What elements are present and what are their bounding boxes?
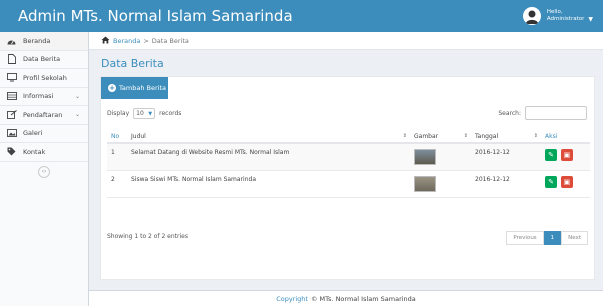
sidebar-item-beranda[interactable]: Beranda: [0, 32, 88, 51]
sidebar-item-label: Profil Sekolah: [23, 73, 67, 82]
cell-judul: Selamat Datang di Website Resmi MTs. Nor…: [127, 143, 410, 171]
cell-gambar: [410, 143, 471, 171]
main-content: Beranda > Data Berita Data Berita + Tamb…: [89, 32, 603, 306]
search-input[interactable]: [525, 106, 587, 120]
table-icon: [6, 91, 17, 101]
table-row: 1 Selamat Datang di Website Resmi MTs. N…: [107, 143, 590, 171]
sort-icon: ⇕: [402, 133, 407, 139]
user-menu[interactable]: Hello, Administrator ▼: [522, 4, 593, 28]
breadcrumb: Beranda > Data Berita: [89, 32, 603, 50]
previous-page-button[interactable]: Previous: [506, 231, 544, 245]
sidebar-item-label: Beranda: [23, 36, 51, 45]
sidebar-item-label: Pendaftaran: [23, 110, 63, 119]
cell-aksi: ✎ ▣: [541, 143, 590, 171]
column-header-tanggal[interactable]: Tanggal ⇕: [471, 130, 541, 144]
entries-info: Showing 1 to 2 of 2 entries: [107, 233, 188, 240]
caret-down-icon: ▼: [588, 15, 593, 23]
page-length-select[interactable]: 10 ▼: [133, 108, 156, 119]
news-table: No Judul ⇕ Gambar ⇕ Tanggal ⇕ Aksi 1 Selama…: [107, 130, 590, 198]
sidebar-item-informasi[interactable]: Informasi ⌄: [0, 88, 88, 106]
sidebar: Beranda Data Berita Profil Sekolah Infor…: [0, 32, 89, 306]
footer-text: © MTs. Normal Islam Samarinda: [310, 294, 416, 303]
sort-icon: ⇕: [533, 133, 538, 139]
cell-aksi: ✎ ▣: [541, 170, 590, 198]
sidebar-item-label: Data Berita: [23, 55, 61, 64]
cell-judul: Siswa Siswi MTs. Normal Islam Samarinda: [127, 170, 410, 198]
select-arrow-icon: ▼: [148, 110, 153, 117]
plus-circle-icon: +: [108, 84, 116, 92]
pagination: Previous 1 Next: [506, 231, 588, 245]
table-row: 2 Siswa Siswi MTs. Normal Islam Samarind…: [107, 170, 590, 198]
table-search: Search:: [498, 106, 587, 120]
breadcrumb-current: Data Berita: [151, 36, 189, 45]
cell-no: 2: [107, 170, 127, 198]
page-length-control: Display 10 ▼ records: [107, 108, 181, 119]
records-label: records: [159, 110, 182, 117]
trash-icon: ▣: [563, 151, 571, 159]
dashboard-icon: [6, 36, 17, 46]
sidebar-item-label: Informasi: [23, 92, 54, 101]
trash-icon: ▣: [563, 177, 571, 186]
display-label: Display: [107, 110, 130, 117]
pencil-icon: ✎: [548, 151, 554, 159]
pencil-icon: ✎: [548, 177, 554, 186]
copyright-link[interactable]: Copyright: [276, 295, 308, 303]
document-icon: [6, 54, 17, 65]
news-thumbnail-image: [414, 149, 436, 165]
next-page-button[interactable]: Next: [561, 231, 588, 245]
sidebar-item-label: Kontak: [23, 147, 46, 156]
breadcrumb-separator: >: [143, 36, 149, 45]
cell-tanggal: 2016-12-12: [471, 170, 541, 198]
sidebar-item-pendaftaran[interactable]: Pendaftaran ⌄: [0, 106, 88, 125]
sidebar-item-data-berita[interactable]: Data Berita: [0, 51, 88, 69]
search-label: Search:: [498, 109, 521, 117]
admin-page: Admin MTs. Normal Islam Samarinda Hello,…: [0, 0, 603, 306]
app-title[interactable]: Admin MTs. Normal Islam Samarinda: [18, 7, 293, 25]
edit-button[interactable]: ✎: [545, 149, 557, 161]
user-greeting: Hello,: [546, 9, 563, 15]
sidebar-item-profil-sekolah[interactable]: Profil Sekolah: [0, 69, 88, 88]
data-panel: + Tambah Berita Display 10 ▼ records Sea…: [100, 76, 595, 280]
page-title: Data Berita: [101, 57, 164, 70]
edit-button[interactable]: ✎: [545, 175, 557, 188]
tag-icon: [6, 147, 17, 157]
news-thumbnail-image: [414, 175, 436, 192]
column-header-aksi: Aksi: [541, 130, 590, 144]
user-avatar-icon: [522, 7, 541, 25]
delete-button[interactable]: ▣: [560, 175, 573, 188]
image-icon: [6, 128, 17, 138]
sidebar-item-label: Galeri: [23, 129, 43, 138]
column-header-no[interactable]: No: [107, 130, 127, 144]
chevron-down-icon: ⌄: [74, 111, 80, 118]
column-header-judul[interactable]: Judul ⇕: [127, 130, 410, 144]
add-news-label: Tambah Berita: [119, 84, 166, 92]
user-info: Hello, Administrator: [547, 9, 585, 23]
collapse-arrows-icon: ‹›: [38, 165, 50, 178]
add-news-button[interactable]: + Tambah Berita: [101, 77, 168, 99]
footer: Copyright © MTs. Normal Islam Samarinda: [89, 290, 603, 306]
sidebar-item-kontak[interactable]: Kontak: [0, 143, 88, 162]
page-1-button[interactable]: 1: [543, 231, 562, 245]
user-name: Administrator: [546, 16, 585, 22]
column-header-gambar[interactable]: Gambar ⇕: [410, 130, 471, 144]
delete-button[interactable]: ▣: [560, 149, 573, 161]
page-length-value: 10: [136, 110, 144, 117]
top-navbar: Admin MTs. Normal Islam Samarinda Hello,…: [0, 0, 603, 32]
sidebar-collapse-toggle[interactable]: ‹›: [0, 162, 88, 178]
sort-icon: ⇕: [463, 133, 468, 139]
home-icon: [101, 36, 110, 46]
cell-gambar: [410, 170, 471, 198]
edit-icon: [6, 110, 17, 120]
sidebar-item-galeri[interactable]: Galeri: [0, 125, 88, 143]
chevron-down-icon: ⌄: [74, 92, 80, 100]
breadcrumb-home-link[interactable]: Beranda: [113, 37, 140, 45]
table-header-row: No Judul ⇕ Gambar ⇕ Tanggal ⇕ Aksi: [107, 130, 590, 144]
cell-no: 1: [107, 143, 127, 171]
cell-tanggal: 2016-12-12: [471, 143, 541, 171]
monitor-icon: [6, 73, 17, 83]
